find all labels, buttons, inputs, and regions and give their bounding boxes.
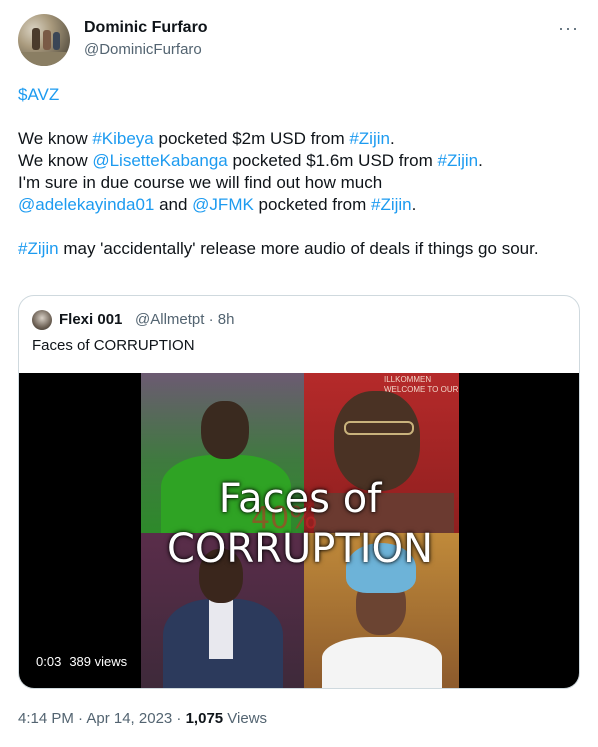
views-label: Views xyxy=(223,710,268,727)
video-time: 0:03 xyxy=(36,654,62,669)
background-sign: ILLKOMMEN WELCOME TO OUR xyxy=(384,375,459,394)
tweet-text: $AVZ We know #Kibeya pocketed $2m USD fr… xyxy=(18,84,580,260)
author-avatar[interactable] xyxy=(18,14,70,66)
panel-figure xyxy=(344,421,414,435)
text-segment: pocketed from xyxy=(253,195,371,214)
quote-author-name[interactable]: Flexi 001 xyxy=(59,310,122,330)
quote-author-avatar[interactable] xyxy=(32,310,52,330)
more-horizontal-icon[interactable]: ··· xyxy=(558,18,579,39)
panel-figure xyxy=(201,401,249,459)
tweet-line: We know @LisetteKabanga pocketed $1.6m U… xyxy=(18,150,580,172)
hashtag-link[interactable]: #Zijin xyxy=(349,129,390,148)
hashtag-link[interactable]: #Zijin xyxy=(371,195,412,214)
mention-link[interactable]: @LisetteKabanga xyxy=(92,151,227,170)
quote-author-meta[interactable]: @Allmetpt · 8h xyxy=(135,310,234,330)
video-overlay-title: CORRUPTION xyxy=(166,526,434,572)
tweet-paragraph: $AVZ xyxy=(18,84,580,106)
author-handle[interactable]: @DominicFurfaro xyxy=(84,40,202,60)
text-segment: . xyxy=(411,195,417,214)
panel-figure xyxy=(322,637,442,688)
tweet-line: We know #Kibeya pocketed $2m USD from #Z… xyxy=(18,128,580,150)
mention-link[interactable]: @adelekayinda01 xyxy=(18,195,154,214)
video-player[interactable]: ILLKOMMEN WELCOME TO OUR 40% Faces of CO… xyxy=(19,373,579,688)
video-frame: ILLKOMMEN WELCOME TO OUR 40% Faces of CO… xyxy=(141,373,459,688)
text-segment: may 'accidentally' release more audio of… xyxy=(58,239,539,258)
cashtag-link[interactable]: $AVZ xyxy=(18,85,59,104)
tweet-paragraph: #Zijin may 'accidentally' release more a… xyxy=(18,238,580,260)
avatar-ground xyxy=(18,52,70,66)
text-segment: . xyxy=(389,129,395,148)
panel-figure xyxy=(209,599,233,659)
video-time-badge: 0:03 389 views xyxy=(29,650,135,674)
tweet-meta: 4:14 PM · Apr 14, 2023 · 1,075 Views xyxy=(18,709,267,729)
hashtag-link[interactable]: #Zijin xyxy=(438,151,479,170)
avatar-figure xyxy=(32,28,40,50)
tweet-line: @adelekayinda01 and @JFMK pocketed from … xyxy=(18,194,580,216)
text-segment: pocketed $2m USD from xyxy=(153,129,350,148)
hashtag-link[interactable]: #Kibeya xyxy=(92,129,153,148)
text-segment: pocketed $1.6m USD from xyxy=(227,151,438,170)
text-segment: and xyxy=(154,195,193,214)
video-overlay-title: Faces of xyxy=(218,476,382,522)
hashtag-link[interactable]: #Zijin xyxy=(18,239,59,258)
text-segment: We know xyxy=(18,129,93,148)
avatar-figure xyxy=(43,30,51,50)
text-segment: . xyxy=(478,151,483,170)
views-count: 1,075 xyxy=(185,710,224,727)
avatar-figure xyxy=(53,32,60,50)
quoted-tweet[interactable]: Flexi 001 @Allmetpt · 8h Faces of CORRUP… xyxy=(18,295,580,689)
author-name[interactable]: Dominic Furfaro xyxy=(84,18,208,38)
text-segment: We know xyxy=(18,151,93,170)
mention-link[interactable]: @JFMK xyxy=(192,195,254,214)
tweet-timestamp[interactable]: 4:14 PM · Apr 14, 2023 · xyxy=(18,710,186,727)
tweet: Dominic Furfaro @DominicFurfaro ··· $AVZ… xyxy=(0,0,598,747)
tweet-line: I'm sure in due course we will find out … xyxy=(18,173,383,192)
video-views: 389 views xyxy=(69,654,128,669)
quote-text: Faces of CORRUPTION xyxy=(32,337,195,354)
